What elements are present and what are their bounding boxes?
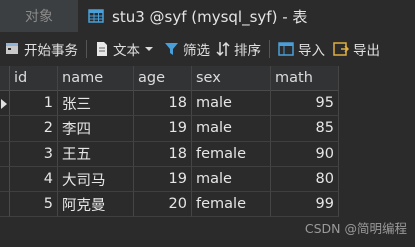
cell-id[interactable]: 1 <box>10 91 58 117</box>
cell-math[interactable]: 85 <box>271 116 339 142</box>
cell-age[interactable]: 19 <box>134 116 192 142</box>
cell-name[interactable]: 阿克曼 <box>58 192 134 218</box>
data-grid: id name age sex math 1 张三 18 male 95 2 李… <box>0 66 339 218</box>
column-header-id[interactable]: id <box>10 66 58 91</box>
cell-name[interactable]: 李四 <box>58 116 134 142</box>
filter-icon <box>165 43 178 55</box>
sort-icon <box>216 41 230 57</box>
cell-math[interactable]: 80 <box>271 166 339 193</box>
cell-id[interactable]: 2 <box>10 116 58 142</box>
sort-label: 排序 <box>234 43 261 59</box>
table-row[interactable]: 4 大司马 19 male 80 <box>0 166 339 193</box>
tab-table-label: stu3 @syf (mysql_syf) - 表 <box>112 7 308 26</box>
text-label: 文本 <box>113 43 140 59</box>
tab-objects[interactable]: 对象 <box>0 0 78 32</box>
import-label: 导入 <box>298 43 325 59</box>
table-row[interactable]: 5 阿克曼 20 female 99 <box>0 192 339 218</box>
cell-age[interactable]: 20 <box>134 192 192 218</box>
text-button[interactable]: 文本 <box>95 32 158 66</box>
cell-id[interactable]: 5 <box>10 192 58 218</box>
table-icon <box>88 9 104 23</box>
row-selector[interactable] <box>0 192 10 218</box>
export-icon <box>333 42 349 56</box>
cell-math[interactable]: 90 <box>271 141 339 167</box>
cell-id[interactable]: 4 <box>10 166 58 193</box>
column-header-math[interactable]: math <box>271 66 339 91</box>
export-label: 导出 <box>353 43 380 59</box>
cell-age[interactable]: 18 <box>134 91 192 117</box>
toolbar: 开始事务 文本 筛选 排序 导入 导出 <box>0 32 415 66</box>
grid-header-row: id name age sex math <box>0 66 339 91</box>
table-row[interactable]: 3 王五 18 female 90 <box>0 141 339 167</box>
cell-name[interactable]: 大司马 <box>58 166 134 193</box>
cell-sex[interactable]: male <box>192 116 271 142</box>
tab-objects-label: 对象 <box>25 9 53 25</box>
row-selector-header <box>0 66 10 91</box>
export-button[interactable]: 导出 <box>333 32 380 66</box>
tab-bar: 对象 stu3 @syf (mysql_syf) - 表 <box>0 0 415 32</box>
cell-sex[interactable]: male <box>192 166 271 193</box>
watermark: CSDN @简明编程 <box>304 221 407 236</box>
table-row[interactable]: 1 张三 18 male 95 <box>0 91 339 117</box>
toolbar-divider <box>86 40 87 58</box>
import-icon <box>278 42 294 56</box>
row-selector[interactable] <box>0 91 10 117</box>
import-button[interactable]: 导入 <box>278 32 325 66</box>
cell-age[interactable]: 19 <box>134 166 192 193</box>
filter-button[interactable]: 筛选 <box>164 32 210 66</box>
cell-sex[interactable]: male <box>192 91 271 117</box>
cell-age[interactable]: 18 <box>134 141 192 167</box>
column-header-sex[interactable]: sex <box>192 66 271 91</box>
chevron-down-icon <box>145 47 153 51</box>
table-row[interactable]: 2 李四 19 male 85 <box>0 116 339 142</box>
row-selector[interactable] <box>0 141 10 167</box>
sort-button[interactable]: 排序 <box>216 32 261 66</box>
current-row-icon <box>1 99 7 109</box>
cell-name[interactable]: 王五 <box>58 141 134 167</box>
column-header-age[interactable]: age <box>134 66 192 91</box>
begin-transaction-button[interactable]: 开始事务 <box>0 32 78 66</box>
transaction-icon <box>6 43 18 54</box>
cell-name[interactable]: 张三 <box>58 91 134 117</box>
document-icon <box>97 42 107 56</box>
toolbar-divider <box>269 40 270 58</box>
cell-math[interactable]: 99 <box>271 192 339 218</box>
row-selector[interactable] <box>0 116 10 142</box>
filter-label: 筛选 <box>183 43 210 59</box>
cell-id[interactable]: 3 <box>10 141 58 167</box>
tab-table-stu3[interactable]: stu3 @syf (mysql_syf) - 表 <box>78 0 415 32</box>
cell-sex[interactable]: female <box>192 192 271 218</box>
column-header-name[interactable]: name <box>58 66 134 91</box>
begin-transaction-label: 开始事务 <box>24 43 78 59</box>
cell-sex[interactable]: female <box>192 141 271 167</box>
row-selector[interactable] <box>0 166 10 193</box>
cell-math[interactable]: 95 <box>271 91 339 117</box>
